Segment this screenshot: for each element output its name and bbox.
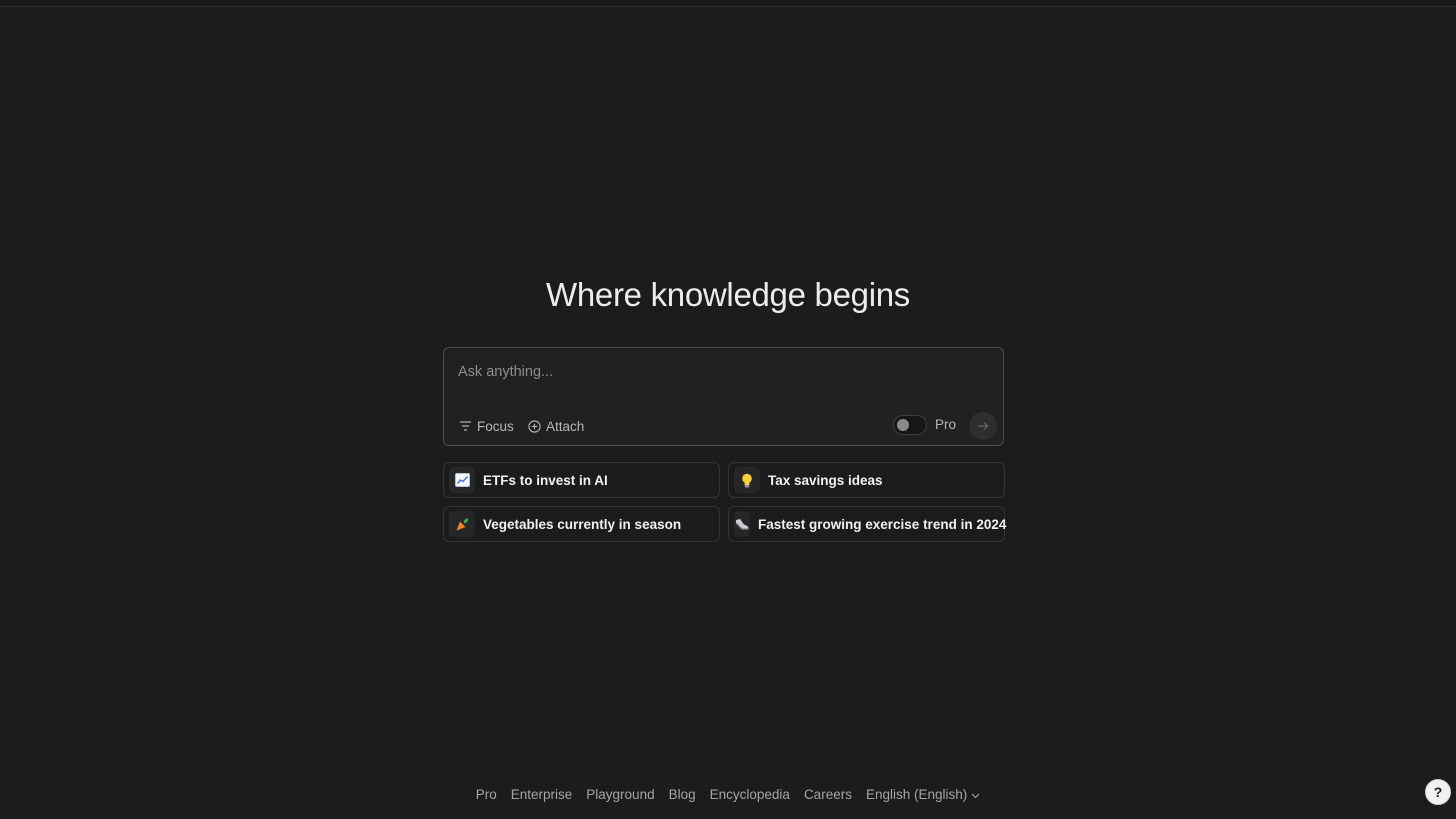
submit-button[interactable] — [969, 412, 997, 440]
suggestion-etfs[interactable]: ETFs to invest in AI — [443, 462, 720, 498]
suggestion-tax[interactable]: Tax savings ideas — [728, 462, 1005, 498]
running-shoe-icon — [734, 511, 750, 537]
language-selector[interactable]: English (English) — [866, 787, 980, 802]
suggestion-label: Tax savings ideas — [768, 472, 883, 488]
pro-label: Pro — [935, 417, 957, 432]
focus-label: Focus — [477, 418, 514, 434]
arrow-right-icon — [977, 418, 989, 434]
filter-icon — [459, 420, 472, 432]
attach-label: Attach — [546, 418, 585, 434]
suggestion-label: Fastest growing exercise trend in 2024 — [758, 516, 1007, 532]
search-input[interactable] — [458, 360, 978, 384]
footer-link-pro[interactable]: Pro — [476, 787, 497, 802]
footer-link-enterprise[interactable]: Enterprise — [511, 787, 573, 802]
search-box: Focus Attach Pro — [443, 347, 1004, 446]
suggestion-exercise[interactable]: Fastest growing exercise trend in 2024 — [728, 506, 1007, 542]
focus-button[interactable]: Focus — [459, 416, 514, 436]
carrot-icon — [449, 511, 475, 537]
suggestion-label: Vegetables currently in season — [483, 516, 682, 532]
footer-nav: Pro Enterprise Playground Blog Encyclope… — [0, 787, 1456, 802]
chevron-down-icon — [971, 787, 980, 802]
browser-top-edge — [0, 0, 1456, 7]
chart-increasing-icon — [449, 467, 475, 493]
language-label: English (English) — [865, 787, 968, 802]
pro-toggle-knob — [897, 419, 909, 431]
suggestion-vegetables[interactable]: Vegetables currently in season — [443, 506, 720, 542]
page-title: Where knowledge begins — [546, 276, 910, 313]
footer-link-careers[interactable]: Careers — [804, 787, 852, 802]
pro-toggle[interactable] — [893, 415, 927, 435]
light-bulb-icon — [734, 467, 760, 493]
plus-circle-icon — [528, 419, 541, 433]
footer-link-blog[interactable]: Blog — [669, 787, 696, 802]
help-button[interactable]: ? — [1425, 779, 1451, 805]
footer-link-encyclopedia[interactable]: Encyclopedia — [710, 787, 790, 802]
suggestion-label: ETFs to invest in AI — [483, 472, 608, 488]
attach-button[interactable]: Attach — [528, 416, 584, 436]
footer-link-playground[interactable]: Playground — [586, 787, 654, 802]
